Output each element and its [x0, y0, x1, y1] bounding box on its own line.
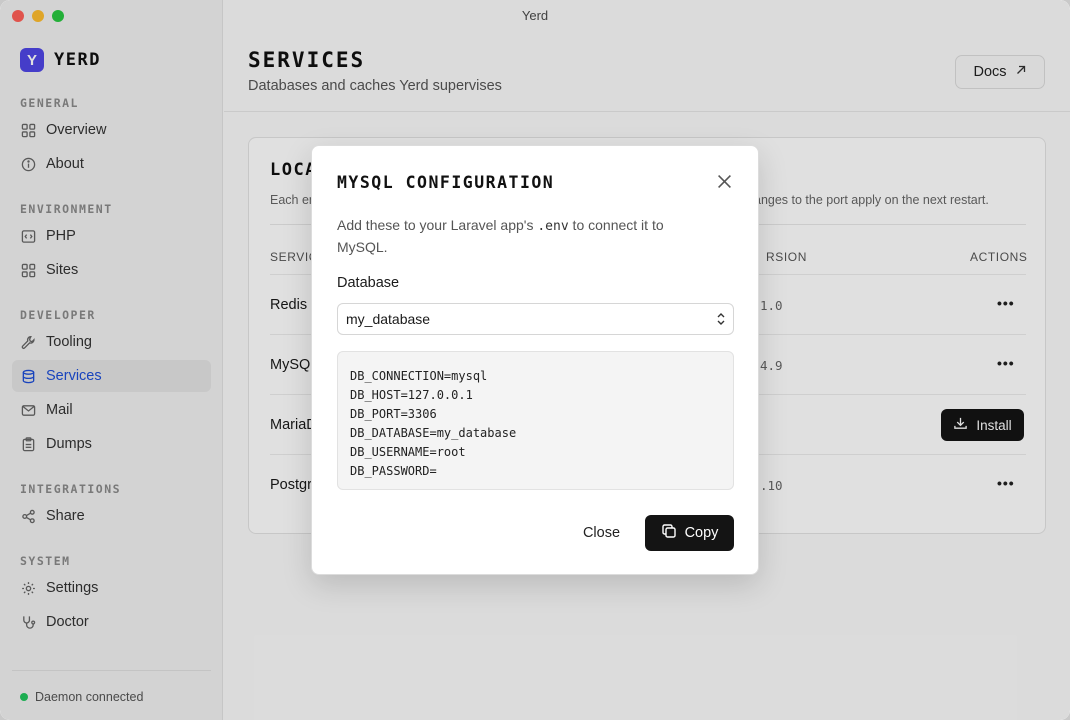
close-button[interactable]: Close: [574, 515, 629, 551]
database-select[interactable]: my_database: [337, 303, 734, 335]
env-file-code: .env: [537, 219, 569, 234]
env-line: DB_HOST=127.0.0.1: [350, 388, 473, 402]
database-label: Database: [337, 275, 400, 291]
description-text: Add these to your Laravel app's: [337, 217, 538, 233]
dialog-title: MYSQL CONFIGURATION: [337, 173, 555, 192]
app-window: Y YERD GENERAL Overview About ENVIRONMEN…: [0, 0, 1070, 720]
env-snippet[interactable]: DB_CONNECTION=mysql DB_HOST=127.0.0.1 DB…: [337, 351, 734, 490]
close-icon[interactable]: [715, 172, 733, 190]
mysql-config-dialog: MYSQL CONFIGURATION Add these to your La…: [311, 145, 759, 575]
env-line: DB_CONNECTION=mysql: [350, 369, 488, 383]
env-line: DB_PASSWORD=: [350, 464, 437, 478]
copy-button[interactable]: Copy: [645, 515, 734, 551]
copy-button-label: Copy: [684, 525, 719, 541]
database-select-value: my_database: [346, 311, 431, 327]
copy-icon: [661, 523, 677, 543]
dialog-description: Add these to your Laravel app's .env to …: [337, 215, 717, 257]
env-line: DB_DATABASE=my_database: [350, 426, 517, 440]
env-line: DB_USERNAME=root: [350, 445, 466, 459]
env-line: DB_PORT=3306: [350, 407, 437, 421]
chevron-updown-icon: [716, 311, 726, 330]
